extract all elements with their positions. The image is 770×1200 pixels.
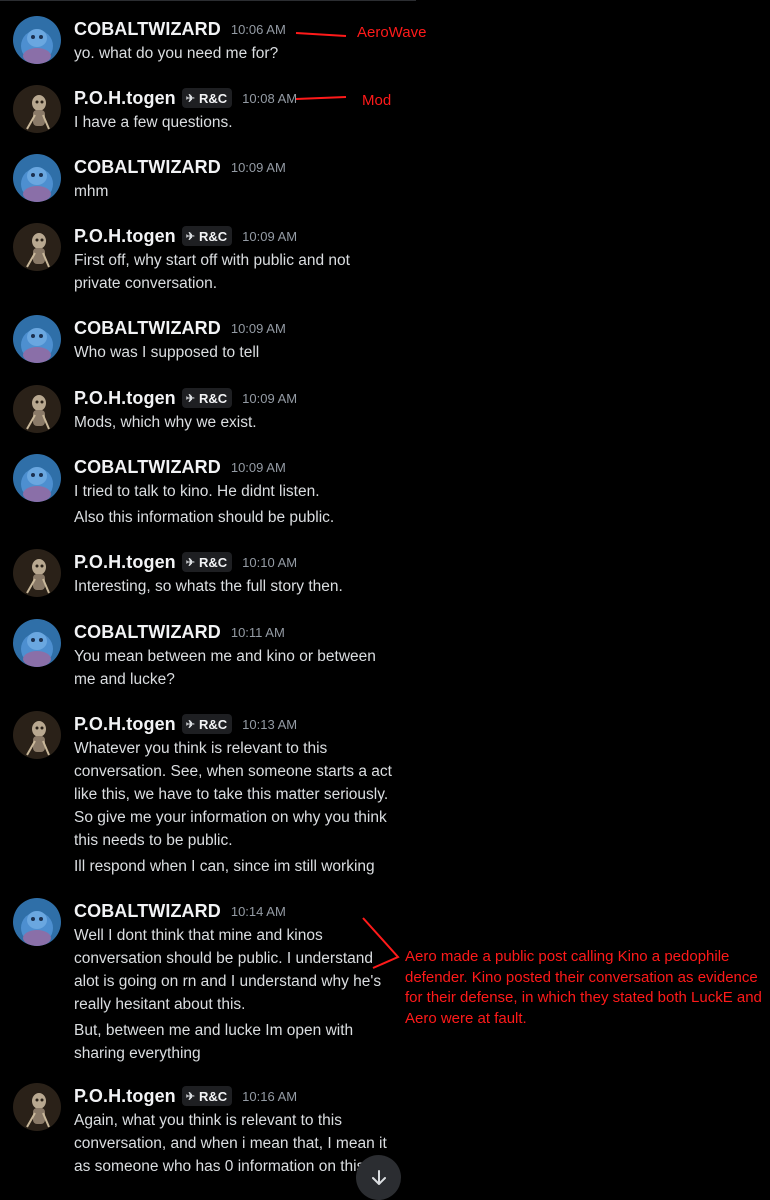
annotation-note: Aero made a public post calling Kino a p… <box>405 948 762 1027</box>
annotation-bracket <box>362 917 400 969</box>
annotation-aerowave: AeroWave <box>357 24 427 41</box>
annotation-mod: Mod <box>362 92 392 109</box>
annotation-line <box>295 96 347 100</box>
annotation-line <box>295 32 347 37</box>
